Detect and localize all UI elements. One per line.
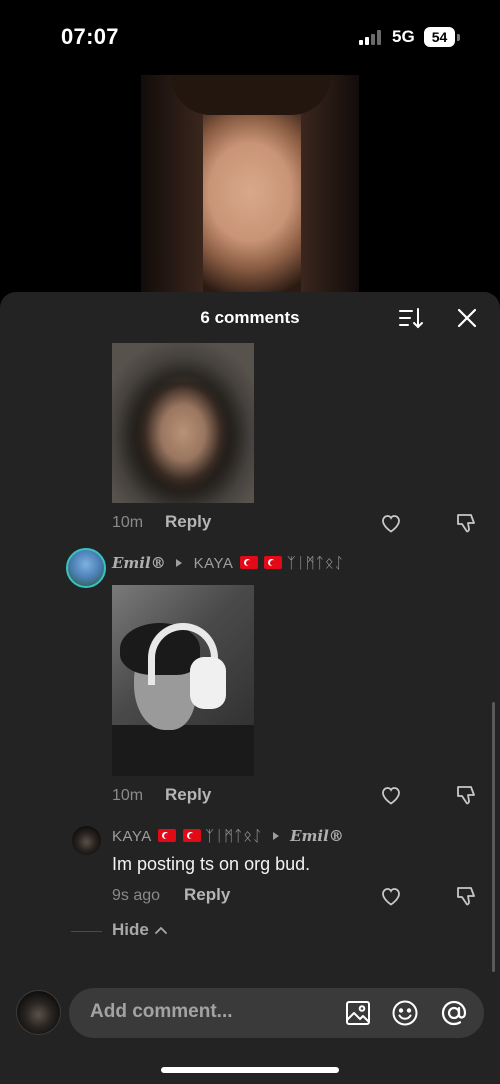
reply-arrow-icon [176, 559, 183, 567]
avatar[interactable] [66, 548, 106, 588]
close-icon[interactable] [455, 306, 479, 330]
reply-target[interactable]: Emil® [290, 827, 344, 845]
turkey-flag-icon [264, 556, 283, 569]
video-hair-top [171, 75, 331, 115]
turkey-flag-icon [182, 829, 201, 842]
like-heart-icon[interactable] [379, 783, 403, 807]
comment-time: 10m [112, 787, 144, 804]
battery-tip [457, 34, 460, 41]
comment-time: 10m [112, 514, 144, 531]
comment-image[interactable] [112, 585, 254, 776]
user-avatar [16, 990, 61, 1035]
comment-author-row: Emil® KAYA ᛉᛁᛗᛏᛟᛇ [112, 554, 344, 582]
status-bar: 07:07 5G 54 [0, 0, 500, 72]
avatar[interactable] [72, 826, 101, 855]
dislike-icon[interactable] [455, 783, 479, 807]
scrollbar[interactable] [492, 702, 495, 972]
comment-input[interactable]: Add comment... [69, 988, 484, 1038]
comment-text: Im posting ts on org bud. [112, 854, 311, 874]
dislike-icon[interactable] [455, 511, 479, 535]
image-hood [112, 343, 254, 503]
home-indicator[interactable] [161, 1067, 339, 1073]
comment-input-placeholder: Add comment... [90, 1001, 233, 1022]
turkey-flag-icon [158, 829, 177, 842]
comment-author-suffix: ᛉᛁᛗᛏᛟᛇ [205, 828, 263, 845]
reply-button[interactable]: Reply [165, 512, 211, 532]
comment-author[interactable]: Emil® [112, 554, 166, 572]
comments-count-title: 6 comments [200, 308, 300, 327]
signal-icon [359, 30, 383, 45]
comment-author-row: KAYA ᛉᛁᛗᛏᛟᛇ Emil® [112, 827, 344, 855]
emoji-icon[interactable] [391, 999, 419, 1027]
hide-divider [71, 931, 102, 932]
reply-button[interactable]: Reply [184, 885, 230, 905]
comment-author[interactable]: KAYA [112, 828, 152, 845]
image-headset-cup [190, 657, 226, 709]
image-icon[interactable] [344, 999, 372, 1027]
dislike-icon[interactable] [455, 884, 479, 908]
comment-meta: 9s ago Reply [112, 885, 482, 907]
like-heart-icon[interactable] [379, 511, 403, 535]
comment-meta: 10m Reply [112, 785, 482, 807]
comment-image[interactable] [112, 343, 254, 503]
network-label: 5G [392, 27, 415, 46]
image-body [112, 725, 254, 776]
battery-icon: 54 [424, 27, 455, 47]
sort-icon[interactable] [398, 306, 424, 330]
like-heart-icon[interactable] [379, 884, 403, 908]
comment-time: 9s ago [112, 887, 161, 904]
comments-sheet: 6 comments 10m Reply Emil® KAYA ᛉᛁᛗᛏᛟᛇ 1… [0, 292, 500, 1084]
status-time: 07:07 [61, 24, 119, 49]
comment-meta: 10m Reply [112, 512, 482, 534]
reply-button[interactable]: Reply [165, 785, 211, 805]
reply-target[interactable]: KAYA [194, 555, 234, 572]
video-preview[interactable] [141, 75, 359, 300]
turkey-flag-icon [239, 556, 258, 569]
reply-arrow-icon [272, 832, 279, 840]
chevron-up-icon [155, 926, 167, 934]
mention-icon[interactable] [440, 999, 468, 1027]
reply-target-suffix: ᛉᛁᛗᛏᛟᛇ [286, 555, 344, 572]
hide-label: Hide [112, 920, 149, 939]
